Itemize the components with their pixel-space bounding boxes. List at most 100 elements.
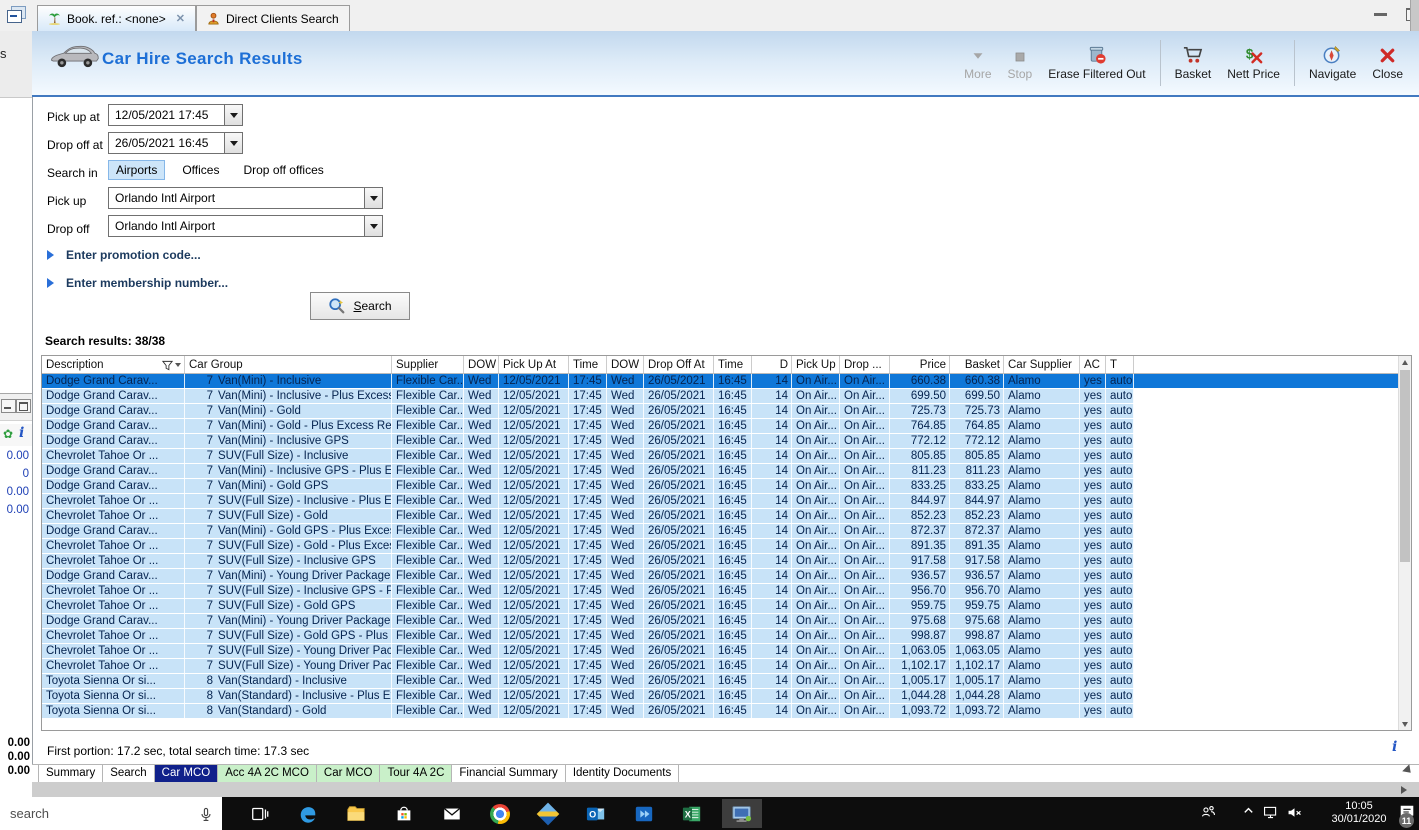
result-row-4[interactable]: Dodge Grand Carav... 7 Van(Mini) - Gold - …	[42, 419, 1399, 434]
tab-close-icon[interactable]: ✕	[176, 12, 185, 25]
result-row-15[interactable]: Chevrolet Tahoe Or ... 7 SUV(Full Size) - …	[42, 584, 1399, 599]
result-row-20[interactable]: Chevrolet Tahoe Or ... 7 SUV(Full Size) - …	[42, 659, 1399, 674]
search-button[interactable]: Search	[310, 292, 410, 320]
tab-book-ref-none[interactable]: Book. ref.: <none> ✕	[37, 5, 196, 31]
column-header-time-8[interactable]: Time	[714, 356, 752, 373]
pickup-combo[interactable]: Orlando Intl Airport	[108, 187, 383, 209]
result-row-12[interactable]: Chevrolet Tahoe Or ... 7 SUV(Full Size) - …	[42, 539, 1399, 554]
result-row-1[interactable]: Dodge Grand Carav... 7 Van(Mini) - Inclusi…	[42, 374, 1399, 389]
description-filter-icon[interactable]	[162, 360, 181, 371]
taskbar-excel-icon[interactable]: X	[672, 799, 712, 828]
column-header-price-12[interactable]: Price	[890, 356, 950, 373]
pickup-at-input[interactable]: 12/05/2021 17:45	[108, 104, 243, 126]
search-in-option-airports[interactable]: Airports	[108, 160, 166, 180]
result-row-9[interactable]: Chevrolet Tahoe Or ... 7 SUV(Full Size) - …	[42, 494, 1399, 509]
result-row-10[interactable]: Chevrolet Tahoe Or ... 7 SUV(Full Size) - …	[42, 509, 1399, 524]
pickup-dropdown-icon[interactable]	[364, 188, 382, 208]
column-header-car-supplier-14[interactable]: Car Supplier	[1004, 356, 1080, 373]
result-row-13[interactable]: Chevrolet Tahoe Or ... 7 SUV(Full Size) - …	[42, 554, 1399, 569]
bottom-tab-tour-4a-2c[interactable]: Tour 4A 2C	[380, 765, 453, 782]
result-row-3[interactable]: Dodge Grand Carav... 7 Van(Mini) - Gold Fle…	[42, 404, 1399, 419]
column-header-pick-up-at-4[interactable]: Pick Up At	[499, 356, 569, 373]
erase-filtered-out-button[interactable]: Erase Filtered Out	[1040, 42, 1153, 84]
result-row-19[interactable]: Chevrolet Tahoe Or ... 7 SUV(Full Size) - …	[42, 644, 1399, 659]
collapse-panel-icon[interactable]	[7, 6, 27, 24]
volume-muted-icon[interactable]	[1286, 804, 1303, 821]
result-row-18[interactable]: Chevrolet Tahoe Or ... 7 SUV(Full Size) - …	[42, 629, 1399, 644]
result-row-17[interactable]: Dodge Grand Carav... 7 Van(Mini) - Young D…	[42, 614, 1399, 629]
taskbar-power-app-icon[interactable]	[624, 799, 664, 828]
nett-price-button[interactable]: $ Nett Price	[1219, 42, 1288, 84]
taskbar-mail-icon[interactable]	[432, 799, 472, 828]
bottom-tab-financial-summary[interactable]: Financial Summary	[452, 765, 566, 782]
column-header-car-group-1[interactable]: Car Group	[185, 356, 392, 373]
taskbar-travel-app-icon[interactable]	[528, 799, 568, 828]
result-row-8[interactable]: Dodge Grand Carav... 7 Van(Mini) - Gold GP…	[42, 479, 1399, 494]
chevron-up-icon[interactable]	[1242, 804, 1255, 817]
column-header-pick-up-10[interactable]: Pick Up	[792, 356, 840, 373]
horizontal-scrollbar[interactable]	[32, 782, 1419, 797]
result-row-5[interactable]: Dodge Grand Carav... 7 Van(Mini) - Inclusi…	[42, 434, 1399, 449]
search-in-option-drop-off-offices[interactable]: Drop off offices	[236, 161, 330, 179]
taskbar-task-view-icon[interactable]	[240, 799, 280, 828]
result-row-7[interactable]: Dodge Grand Carav... 7 Van(Mini) - Inclusi…	[42, 464, 1399, 479]
info-icon[interactable]: i	[19, 425, 24, 441]
dropoff-combo[interactable]: Orlando Intl Airport	[108, 215, 383, 237]
taskbar-outlook-icon[interactable]: O	[576, 799, 616, 828]
result-row-21[interactable]: Toyota Sienna Or si... 8 Van(Standard) - I…	[42, 674, 1399, 689]
scroll-up-icon[interactable]	[1399, 356, 1411, 369]
scrollbar-thumb[interactable]	[1400, 370, 1410, 562]
network-icon[interactable]	[1262, 804, 1279, 821]
column-header-t-16[interactable]: T	[1106, 356, 1134, 373]
taskbar-active-app-icon[interactable]	[722, 799, 762, 828]
tab-direct-clients-search[interactable]: Direct Clients Search	[195, 5, 350, 31]
column-header-dow-6[interactable]: DOW	[607, 356, 644, 373]
column-header-drop-off-at-7[interactable]: Drop Off At	[644, 356, 714, 373]
bottom-tab-search[interactable]: Search	[103, 765, 155, 782]
column-header-description-0[interactable]: Description	[42, 356, 185, 373]
microphone-icon[interactable]	[198, 806, 214, 822]
table-vertical-scrollbar[interactable]	[1398, 356, 1411, 730]
column-header-ac-15[interactable]: AC	[1080, 356, 1106, 373]
pickup-at-dropdown-icon[interactable]	[224, 105, 242, 125]
scroll-down-icon[interactable]	[1399, 717, 1411, 730]
bottom-tab-summary[interactable]: Summary	[38, 765, 104, 782]
basket-button[interactable]: Basket	[1167, 42, 1220, 84]
result-row-23[interactable]: Toyota Sienna Or si... 8 Van(Standard) - G…	[42, 704, 1399, 719]
column-header-basket-13[interactable]: Basket	[950, 356, 1004, 373]
taskbar-chrome-icon[interactable]	[480, 799, 520, 828]
bottom-tab-car-mco[interactable]: Car MCO	[316, 765, 381, 782]
dropoff-at-input[interactable]: 26/05/2021 16:45	[108, 132, 243, 154]
scroll-right-icon[interactable]	[1396, 782, 1411, 797]
result-row-6[interactable]: Chevrolet Tahoe Or ... 7 SUV(Full Size) - …	[42, 449, 1399, 464]
navigate-button[interactable]: Navigate	[1301, 42, 1364, 84]
dropoff-dropdown-icon[interactable]	[364, 216, 382, 236]
membership-number-expander[interactable]: Enter membership number...	[47, 276, 228, 290]
panel-maximize-icon[interactable]	[16, 399, 31, 413]
close-button[interactable]: Close	[1364, 42, 1411, 84]
window-minimize-icon[interactable]	[1374, 13, 1387, 16]
taskbar-edge-icon[interactable]	[288, 799, 328, 828]
result-row-14[interactable]: Dodge Grand Carav... 7 Van(Mini) - Young D…	[42, 569, 1399, 584]
taskbar-file-explorer-icon[interactable]	[336, 799, 376, 828]
bottom-tab-car-mco[interactable]: Car MCO	[154, 765, 219, 782]
panel-minimize-icon[interactable]	[1, 399, 16, 413]
column-header-d-9[interactable]: D	[752, 356, 792, 373]
taskbar-store-icon[interactable]	[384, 799, 424, 828]
column-header-drop-11[interactable]: Drop ...	[840, 356, 890, 373]
people-icon[interactable]	[1200, 804, 1217, 821]
column-header-supplier-2[interactable]: Supplier	[392, 356, 464, 373]
result-row-22[interactable]: Toyota Sienna Or si... 8 Van(Standard) - I…	[42, 689, 1399, 704]
result-row-2[interactable]: Dodge Grand Carav... 7 Van(Mini) - Inclusi…	[42, 389, 1399, 404]
bottom-tab-acc-4a-2c-mco[interactable]: Acc 4A 2C MCO	[218, 765, 317, 782]
promotion-code-expander[interactable]: Enter promotion code...	[47, 248, 201, 262]
column-header-dow-3[interactable]: DOW	[464, 356, 499, 373]
taskbar-clock[interactable]: 10:05 30/01/2020	[1322, 800, 1396, 826]
status-info-icon[interactable]: i	[1392, 739, 1397, 755]
search-in-option-offices[interactable]: Offices	[175, 161, 226, 179]
tabstrip-overflow-icon[interactable]	[1402, 764, 1418, 780]
taskbar-search-box[interactable]: search	[0, 797, 222, 830]
column-header-time-5[interactable]: Time	[569, 356, 607, 373]
bottom-tab-identity-documents[interactable]: Identity Documents	[566, 765, 680, 782]
result-row-16[interactable]: Chevrolet Tahoe Or ... 7 SUV(Full Size) - …	[42, 599, 1399, 614]
